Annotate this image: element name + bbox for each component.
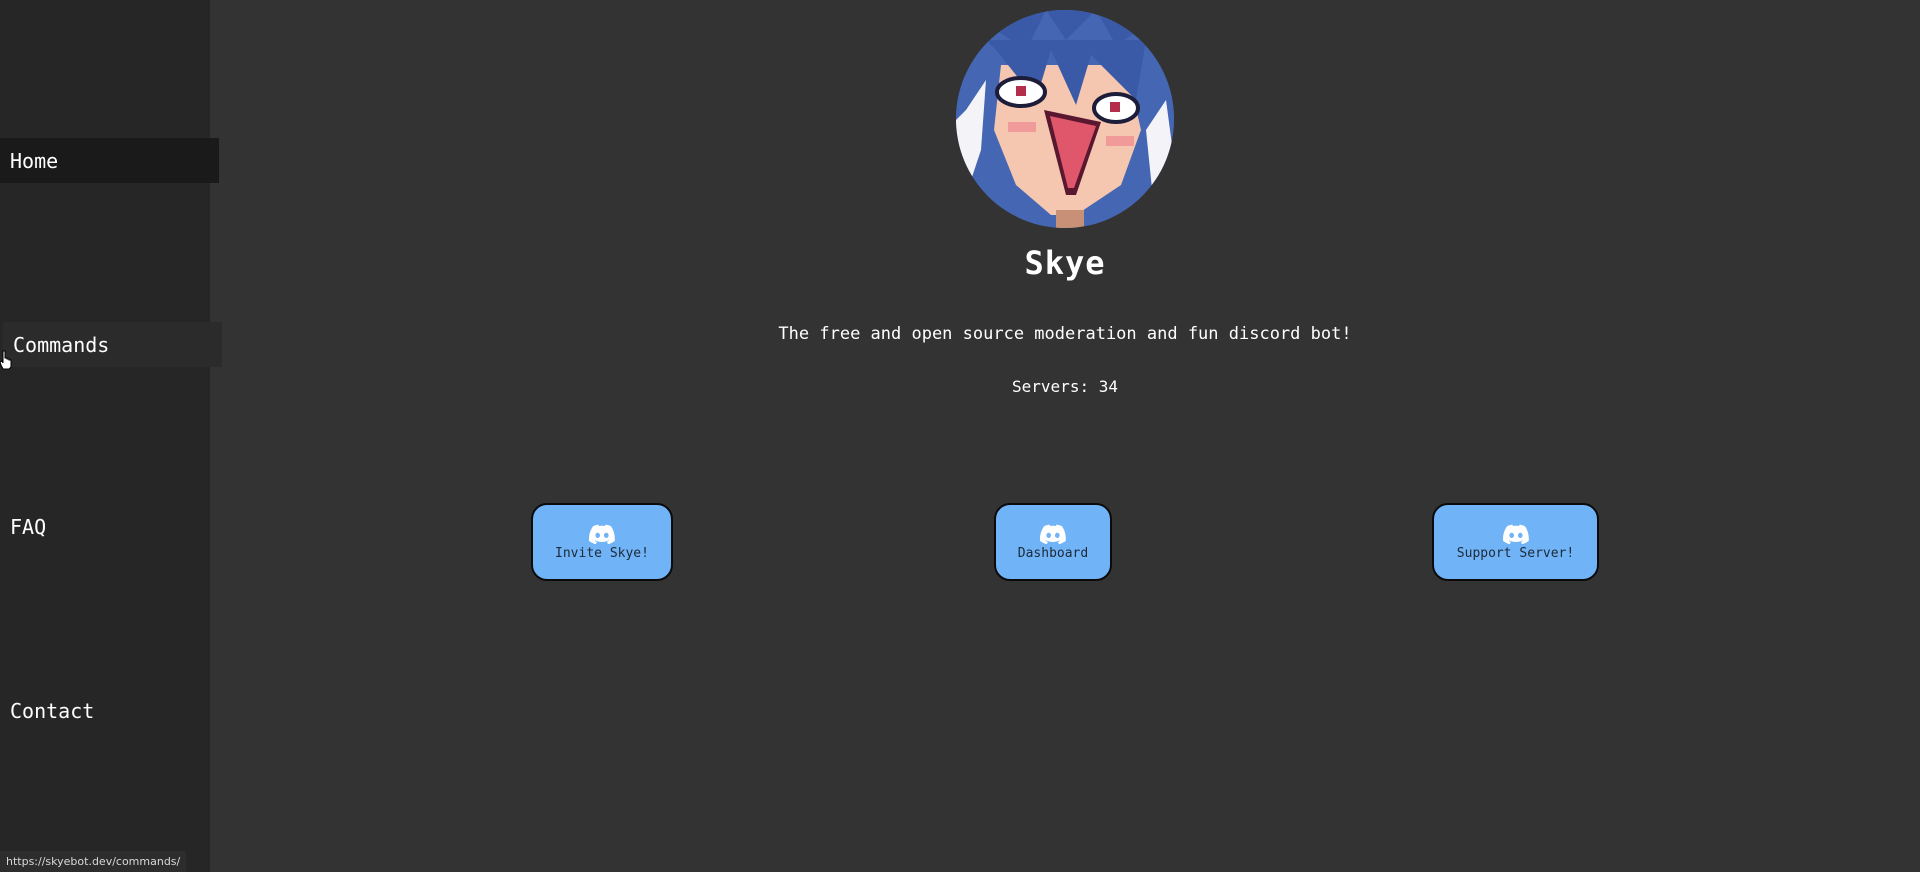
status-bar-url: https://skyebot.dev/commands/ xyxy=(0,851,187,872)
page-title: Skye xyxy=(1024,244,1106,282)
sidebar-item-label: Contact xyxy=(10,698,95,723)
discord-icon xyxy=(1502,524,1529,544)
dashboard-button[interactable]: Dashboard xyxy=(994,503,1112,581)
invite-button-label: Invite Skye! xyxy=(555,545,649,561)
dashboard-button-label: Dashboard xyxy=(1017,545,1089,561)
invite-button[interactable]: Invite Skye! xyxy=(531,503,673,581)
sidebar-item-label: FAQ xyxy=(10,514,47,539)
server-count-value: 34 xyxy=(1098,377,1118,396)
page: Home Commands FAQ Contact Skye The free … xyxy=(0,0,1920,872)
sidebar-item-contact[interactable]: Contact xyxy=(0,688,210,733)
support-server-button-label: Support Server! xyxy=(1456,545,1575,561)
sidebar-item-faq[interactable]: FAQ xyxy=(0,504,210,549)
server-count: Servers: 34 xyxy=(210,377,1920,396)
avatar xyxy=(956,10,1174,228)
sidebar-item-home[interactable]: Home xyxy=(0,138,219,183)
discord-icon xyxy=(589,524,615,544)
server-count-label: Servers: xyxy=(1012,377,1090,396)
tagline: The free and open source moderation and … xyxy=(778,324,1352,344)
discord-icon xyxy=(1040,524,1066,544)
sidebar-item-label: Home xyxy=(10,148,59,173)
hand-cursor-icon xyxy=(0,350,12,370)
sidebar-item-commands[interactable]: Commands xyxy=(3,322,222,367)
sidebar: Home Commands FAQ Contact xyxy=(0,0,222,872)
support-server-button[interactable]: Support Server! xyxy=(1432,503,1599,581)
sidebar-item-label: Commands xyxy=(13,332,110,357)
